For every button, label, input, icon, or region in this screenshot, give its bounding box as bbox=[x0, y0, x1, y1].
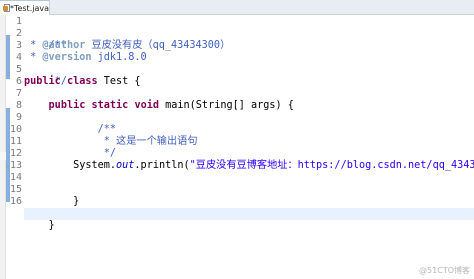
code-line-9: /** bbox=[24, 112, 116, 135]
keyword-public: public bbox=[48, 100, 86, 111]
code-line-6: public class Test { bbox=[24, 76, 141, 88]
println-call: .println( bbox=[134, 160, 190, 171]
string-literal: "豆皮没有豆博客地址：https://blog.csdn.net/qq_4343… bbox=[189, 160, 474, 171]
javadoc-prefix: * bbox=[24, 52, 43, 63]
javadoc-version-value: jdk1.8.0 bbox=[91, 52, 147, 63]
line-number: 16 bbox=[9, 196, 22, 207]
code-line-2: /** bbox=[24, 28, 67, 51]
static-field-out: out bbox=[116, 160, 135, 171]
line-number: 6 bbox=[15, 76, 22, 87]
class-close-brace: } bbox=[48, 220, 55, 231]
code-line-4: * @version jdk1.8.0 bbox=[24, 52, 147, 64]
line-number: 1 bbox=[15, 16, 22, 27]
tab-test-java[interactable]: *Test.java bbox=[0, 0, 50, 15]
code-line-16: } bbox=[24, 208, 474, 231]
keyword-void: void bbox=[134, 100, 159, 111]
code-line-12: System.out.println("豆皮没有豆博客地址：https://bl… bbox=[24, 160, 474, 172]
line-number: 10 bbox=[9, 124, 22, 135]
code-line-14: } bbox=[24, 184, 79, 207]
line-number: 12 bbox=[9, 148, 22, 159]
javadoc-tag-version: @version bbox=[42, 52, 92, 63]
class-declaration: Test { bbox=[97, 76, 141, 87]
watermark: @51CTO博客 bbox=[419, 266, 470, 275]
java-file-icon bbox=[3, 4, 10, 12]
code-line-3: * @author 豆皮没有皮（qq_43434300） bbox=[24, 40, 230, 52]
code-line-5: */ bbox=[24, 64, 67, 87]
editor-tab-bar: *Test.java bbox=[0, 0, 474, 15]
line-number: 11 bbox=[9, 136, 22, 147]
method-signature: main(String[] args) { bbox=[159, 100, 294, 111]
line-number: 13 bbox=[9, 160, 22, 171]
line-number: 3 bbox=[15, 40, 22, 51]
method-close-brace: } bbox=[48, 196, 80, 207]
javadoc-prefix: * bbox=[24, 40, 43, 51]
line-number: 8 bbox=[15, 100, 22, 111]
javadoc-author-value: 豆皮没有皮（qq_43434300） bbox=[85, 40, 231, 51]
code-line-10: * 这是一个输出语句 bbox=[24, 124, 198, 147]
code-editor[interactable]: /** * @author 豆皮没有皮（qq_43434300） * @vers… bbox=[24, 15, 474, 279]
keyword-static: static bbox=[91, 100, 129, 111]
line-number: 7 bbox=[15, 88, 22, 99]
code-line-11: */ bbox=[24, 136, 116, 159]
line-number: 15 bbox=[9, 184, 22, 195]
line-number: 14 bbox=[9, 172, 22, 183]
line-number-gutter: ◦ 1 2 3 4 5 6 7 8 9 10 11 12 13 14 15 16 bbox=[6, 15, 22, 279]
tab-title: *Test.java bbox=[9, 3, 49, 13]
line-number: 2 bbox=[15, 28, 22, 39]
line-number: 4 bbox=[15, 52, 22, 63]
line-number: 5 bbox=[15, 64, 22, 75]
keyword-class: class bbox=[66, 76, 98, 87]
system-ref: System. bbox=[24, 160, 117, 171]
line-number: 9 bbox=[15, 112, 22, 123]
javadoc-close: */ bbox=[48, 148, 117, 159]
keyword-public: public bbox=[24, 76, 61, 87]
code-line-8: public static void main(String[] args) { bbox=[24, 100, 294, 112]
javadoc-tag-author: @author bbox=[42, 40, 86, 51]
